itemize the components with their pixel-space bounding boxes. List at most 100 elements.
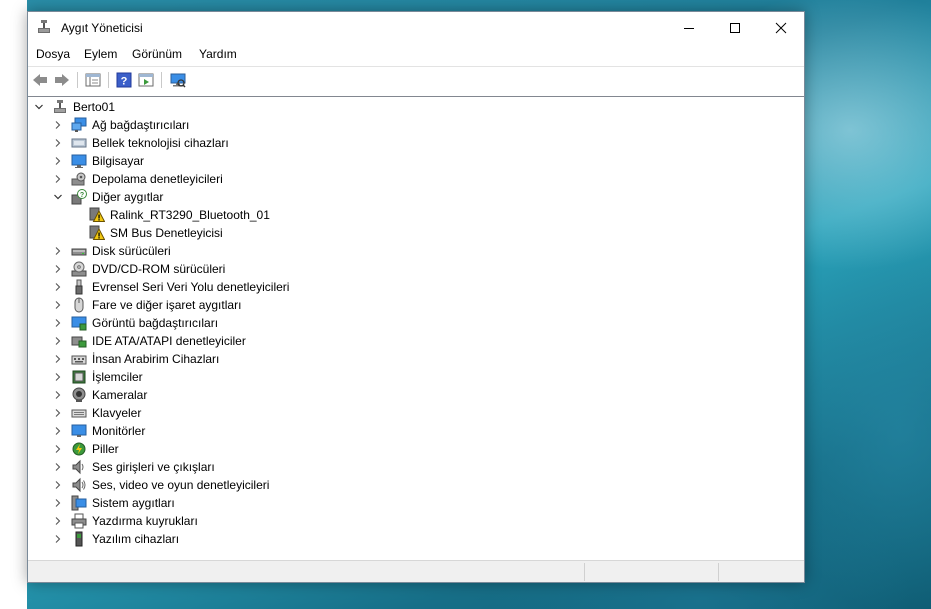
menu-view[interactable]: Görünüm (132, 47, 182, 61)
tree-category[interactable]: İnsan Arabirim Cihazları (53, 350, 219, 368)
camera-icon (71, 387, 87, 403)
tree-device[interactable]: Ralink_RT3290_Bluetooth_01 (89, 206, 270, 224)
tree-category[interactable]: Depolama denetleyicileri (53, 170, 223, 188)
minimize-icon (684, 27, 694, 29)
chevron-right-icon[interactable] (53, 480, 63, 490)
chevron-right-icon[interactable] (53, 138, 63, 148)
tree-category[interactable]: Görüntü bağdaştırıcıları (53, 314, 218, 332)
chevron-right-icon[interactable] (53, 390, 63, 400)
status-bar-separator (584, 563, 585, 581)
tree-root-label: Berto01 (73, 100, 116, 114)
tree-category-label: Görüntü bağdaştırıcıları (92, 316, 219, 330)
status-bar (28, 560, 804, 582)
tree-category-expanded[interactable]: ? Diğer aygıtlar (53, 188, 163, 206)
system-devices-icon (71, 495, 87, 511)
tree-category-label: Yazdırma kuyrukları (92, 514, 198, 528)
device-tree[interactable]: Berto01 Ağ bağdaştırıcıları Bellek tekno… (28, 96, 804, 559)
audio-io-icon (71, 459, 87, 475)
chevron-right-icon[interactable] (53, 318, 63, 328)
tree-category-label: Fare ve diğer işaret aygıtları (92, 298, 242, 312)
chevron-right-icon[interactable] (53, 336, 63, 346)
tree-category[interactable]: IDE ATA/ATAPI denetleyiciler (53, 332, 246, 350)
tree-category[interactable]: Ses girişleri ve çıkışları (53, 458, 215, 476)
toolbar-separator (161, 72, 162, 88)
update-driver-button[interactable] (136, 70, 156, 90)
tree-category[interactable]: Yazılım cihazları (53, 530, 179, 548)
storage-controller-icon (71, 171, 87, 187)
chevron-right-icon[interactable] (53, 516, 63, 526)
status-bar-separator (718, 563, 719, 581)
tree-category[interactable]: Piller (53, 440, 119, 458)
chevron-right-icon[interactable] (53, 444, 63, 454)
window-title: Aygıt Yöneticisi (61, 21, 143, 35)
tree-category-label: Sistem aygıtları (92, 496, 175, 510)
disk-drive-icon (71, 243, 87, 259)
tree-category-label: Bilgisayar (92, 154, 145, 168)
tree-category-label: DVD/CD-ROM sürücüleri (92, 262, 226, 276)
properties-button[interactable] (83, 70, 103, 90)
chevron-right-icon[interactable] (53, 300, 63, 310)
chevron-right-icon[interactable] (53, 498, 63, 508)
chevron-right-icon[interactable] (53, 408, 63, 418)
chevron-right-icon[interactable] (53, 462, 63, 472)
chevron-right-icon[interactable] (53, 264, 63, 274)
dvd-drive-icon (71, 261, 87, 277)
chevron-right-icon[interactable] (53, 534, 63, 544)
tree-category[interactable]: DVD/CD-ROM sürücüleri (53, 260, 225, 278)
chevron-right-icon[interactable] (53, 174, 63, 184)
maximize-button[interactable] (712, 12, 758, 43)
tree-category[interactable]: Disk sürücüleri (53, 242, 171, 260)
chevron-right-icon[interactable] (53, 120, 63, 130)
chevron-right-icon[interactable] (53, 156, 63, 166)
display-adapter-icon (71, 315, 87, 331)
tree-category-label: Monitörler (92, 424, 146, 438)
back-button[interactable] (30, 70, 50, 90)
chevron-right-icon[interactable] (53, 426, 63, 436)
chevron-right-icon[interactable] (53, 354, 63, 364)
warning-device-icon (89, 225, 106, 241)
chevron-down-icon[interactable] (34, 102, 44, 112)
help-icon: ? (116, 72, 132, 88)
tree-device[interactable]: SM Bus Denetleyicisi (89, 224, 223, 242)
tree-category-label: Ağ bağdaştırıcıları (92, 118, 190, 132)
tree-category-label: IDE ATA/ATAPI denetleyiciler (92, 334, 246, 348)
tree-category[interactable]: Klavyeler (53, 404, 141, 422)
scan-hardware-button[interactable] (168, 70, 188, 90)
close-button[interactable] (758, 12, 804, 43)
tree-category-label: İnsan Arabirim Cihazları (92, 352, 220, 366)
tree-category[interactable]: Yazdırma kuyrukları (53, 512, 198, 530)
printer-icon (71, 513, 87, 529)
tree-category-label: Piller (92, 442, 119, 456)
memory-technology-icon (71, 135, 87, 151)
minimize-button[interactable] (666, 12, 712, 43)
network-adapter-icon (71, 117, 87, 133)
menu-file[interactable]: Dosya (36, 47, 70, 61)
chevron-right-icon[interactable] (53, 246, 63, 256)
tree-category-label: Bellek teknolojisi cihazları (92, 136, 229, 150)
chevron-right-icon[interactable] (53, 372, 63, 382)
tree-category[interactable]: Fare ve diğer işaret aygıtları (53, 296, 241, 314)
tree-category[interactable]: Ses, video ve oyun denetleyicileri (53, 476, 269, 494)
menu-help[interactable]: Yardım (199, 47, 237, 61)
help-button[interactable]: ? (114, 70, 134, 90)
other-devices-icon: ? (71, 189, 87, 205)
tree-category[interactable]: Bilgisayar (53, 152, 144, 170)
tree-category[interactable]: Kameralar (53, 386, 147, 404)
tree-category[interactable]: Monitörler (53, 422, 145, 440)
ide-controller-icon (71, 333, 87, 349)
tree-category[interactable]: İşlemciler (53, 368, 143, 386)
tree-category[interactable]: Ağ bağdaştırıcıları (53, 116, 189, 134)
tree-category[interactable]: Bellek teknolojisi cihazları (53, 134, 229, 152)
title-bar[interactable]: Aygıt Yöneticisi (28, 12, 804, 43)
tree-root[interactable]: Berto01 (34, 98, 115, 116)
tree-category-label: Ses, video ve oyun denetleyicileri (92, 478, 270, 492)
close-icon (775, 22, 787, 33)
tree-category[interactable]: Evrensel Seri Veri Yolu denetleyicileri (53, 278, 289, 296)
chevron-down-icon[interactable] (53, 192, 63, 202)
chevron-right-icon[interactable] (53, 282, 63, 292)
battery-icon (71, 441, 87, 457)
menu-action[interactable]: Eylem (84, 47, 117, 61)
forward-button[interactable] (52, 70, 72, 90)
tree-category[interactable]: Sistem aygıtları (53, 494, 175, 512)
tree-category-label: Disk sürücüleri (92, 244, 171, 258)
